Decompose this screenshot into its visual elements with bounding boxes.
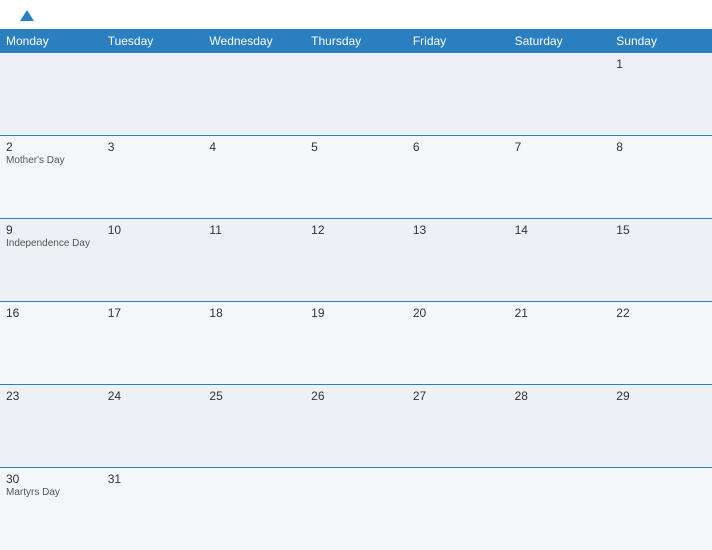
day-cell: 23	[0, 385, 102, 467]
day-cell	[610, 468, 712, 550]
logo-triangle-icon	[20, 10, 34, 21]
day-number: 26	[311, 389, 401, 403]
day-cell: 15	[610, 219, 712, 301]
day-number: 20	[413, 306, 503, 320]
day-number: 6	[413, 140, 503, 154]
day-number: 16	[6, 306, 96, 320]
day-cell: 12	[305, 219, 407, 301]
day-number: 29	[616, 389, 706, 403]
day-event: Martyrs Day	[6, 487, 96, 498]
day-cell: 21	[509, 302, 611, 384]
day-cell: 2Mother's Day	[0, 136, 102, 218]
day-headers-row: MondayTuesdayWednesdayThursdayFridaySatu…	[0, 29, 712, 53]
day-cell: 9Independence Day	[0, 219, 102, 301]
day-cell: 28	[509, 385, 611, 467]
day-cell	[0, 53, 102, 135]
day-number: 30	[6, 472, 96, 486]
day-cell: 16	[0, 302, 102, 384]
day-number: 22	[616, 306, 706, 320]
day-cell: 17	[102, 302, 204, 384]
week-row-1: 1	[0, 53, 712, 136]
day-cell: 29	[610, 385, 712, 467]
day-cell	[203, 53, 305, 135]
day-cell: 30Martyrs Day	[0, 468, 102, 550]
day-cell: 26	[305, 385, 407, 467]
day-cell: 5	[305, 136, 407, 218]
day-number: 4	[209, 140, 299, 154]
day-number: 31	[108, 472, 198, 486]
calendar-header	[0, 0, 712, 29]
day-cell: 11	[203, 219, 305, 301]
logo	[18, 10, 34, 23]
week-row-5: 23 24 25 26 27 28 29	[0, 385, 712, 468]
week-row-2: 2Mother's Day 345678	[0, 136, 712, 219]
day-number: 18	[209, 306, 299, 320]
day-number: 12	[311, 223, 401, 237]
day-number: 25	[209, 389, 299, 403]
day-header-monday: Monday	[0, 29, 102, 53]
day-cell: 19	[305, 302, 407, 384]
day-number: 10	[108, 223, 198, 237]
day-number: 15	[616, 223, 706, 237]
day-header-sunday: Sunday	[610, 29, 712, 53]
calendar-page: MondayTuesdayWednesdayThursdayFridaySatu…	[0, 0, 712, 550]
day-cell: 7	[509, 136, 611, 218]
day-number: 9	[6, 223, 96, 237]
day-cell	[407, 53, 509, 135]
day-cell	[407, 468, 509, 550]
day-cell: 25	[203, 385, 305, 467]
day-cell	[305, 53, 407, 135]
day-header-saturday: Saturday	[509, 29, 611, 53]
day-number: 11	[209, 223, 299, 237]
day-number: 3	[108, 140, 198, 154]
day-cell: 14	[509, 219, 611, 301]
day-number: 13	[413, 223, 503, 237]
day-cell: 24	[102, 385, 204, 467]
day-cell: 6	[407, 136, 509, 218]
day-number: 27	[413, 389, 503, 403]
day-number: 24	[108, 389, 198, 403]
day-number: 28	[515, 389, 605, 403]
day-header-wednesday: Wednesday	[203, 29, 305, 53]
day-cell	[509, 53, 611, 135]
day-cell	[509, 468, 611, 550]
day-cell	[305, 468, 407, 550]
day-number: 5	[311, 140, 401, 154]
day-header-thursday: Thursday	[305, 29, 407, 53]
day-cell: 20	[407, 302, 509, 384]
day-cell: 13	[407, 219, 509, 301]
day-event: Mother's Day	[6, 155, 96, 166]
day-number: 1	[616, 57, 706, 71]
day-event: Independence Day	[6, 238, 96, 249]
week-row-3: 9Independence Day 10 11 12 13 14 15	[0, 219, 712, 302]
day-number: 19	[311, 306, 401, 320]
day-cell: 1	[610, 53, 712, 135]
day-cell: 4	[203, 136, 305, 218]
day-number: 21	[515, 306, 605, 320]
day-cell: 31	[102, 468, 204, 550]
day-number: 17	[108, 306, 198, 320]
day-cell: 18	[203, 302, 305, 384]
day-header-tuesday: Tuesday	[102, 29, 204, 53]
week-row-4: 16 17 18 19 20 21 22	[0, 302, 712, 385]
day-header-friday: Friday	[407, 29, 509, 53]
day-cell: 27	[407, 385, 509, 467]
day-cell: 10	[102, 219, 204, 301]
day-cell: 22	[610, 302, 712, 384]
day-cell: 3	[102, 136, 204, 218]
day-number: 14	[515, 223, 605, 237]
week-row-6: 30Martyrs Day 31	[0, 468, 712, 550]
day-number: 23	[6, 389, 96, 403]
day-number: 2	[6, 140, 96, 154]
day-cell	[203, 468, 305, 550]
day-cell: 8	[610, 136, 712, 218]
day-cell	[102, 53, 204, 135]
calendar-grid: 12Mother's Day3456789Independence Day101…	[0, 53, 712, 550]
day-number: 7	[515, 140, 605, 154]
day-number: 8	[616, 140, 706, 154]
